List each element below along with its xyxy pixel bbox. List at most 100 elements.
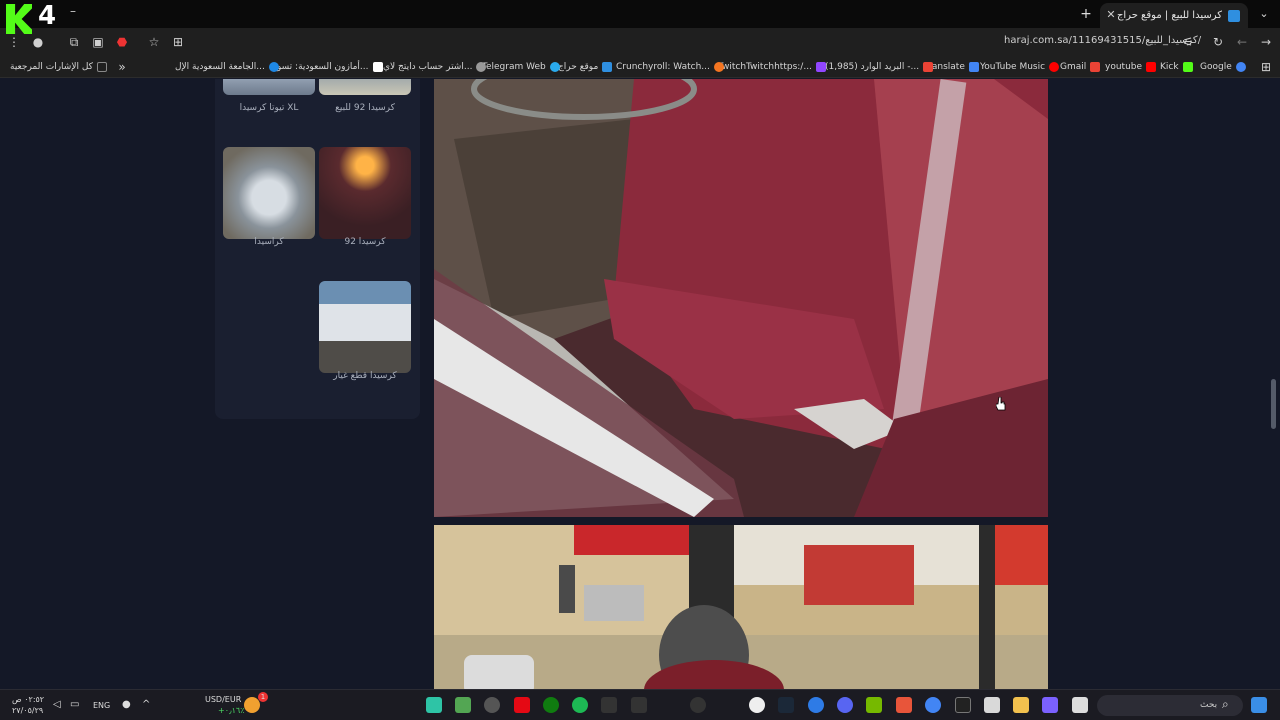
app-icon[interactable]	[749, 697, 765, 713]
bookmark-youtube[interactable]: youtube	[1105, 60, 1157, 74]
capcut-icon[interactable]	[631, 697, 647, 713]
clock-date[interactable]: ٢٧/٠٥/٢٩	[12, 706, 43, 715]
browser-tab[interactable]: كرسيدا للبيع | موقع حراج ✕	[1100, 3, 1248, 28]
bookmark-label: Kick	[1160, 62, 1179, 72]
bookmark-youtube-music[interactable]: YouTube Music	[980, 60, 1060, 74]
globe-icon	[476, 62, 487, 72]
youtube-icon	[1146, 62, 1157, 72]
bookmark-haraj[interactable]: موقع حراج	[558, 60, 613, 74]
related-ads-panel: كرسيدا 92 للبيع تيوتا كرسيدا XL كرسيدا 9…	[215, 79, 420, 419]
bookmark-crunchyroll[interactable]: Crunchyroll: Watch...	[616, 60, 724, 74]
app-icon[interactable]	[808, 697, 824, 713]
related-ad-caption[interactable]: تيوتا كرسيدا XL	[219, 103, 319, 113]
related-ad-thumb[interactable]	[319, 281, 411, 373]
install-app-icon[interactable]: ⊞	[170, 34, 186, 50]
netflix-icon[interactable]	[514, 697, 530, 713]
bookmark-star-icon[interactable]: ☆	[146, 34, 162, 50]
crunchyroll-icon	[713, 62, 724, 72]
file-explorer-icon[interactable]	[1013, 697, 1029, 713]
bookmark-twitch[interactable]: TwitchTwitchhttps:/...	[718, 60, 826, 74]
network-icon[interactable]: ▭	[70, 699, 79, 710]
epic-games-icon[interactable]	[955, 697, 971, 713]
bookmark-university[interactable]: الجامعة السعودية الإل...	[175, 60, 279, 74]
forward-icon[interactable]: ←	[1234, 34, 1250, 50]
app-icon[interactable]	[601, 697, 617, 713]
related-ad-thumb[interactable]	[319, 147, 411, 239]
bookmark-google[interactable]: Google	[1200, 60, 1246, 74]
currency-widget[interactable]: USD/EUR	[205, 695, 241, 704]
adblock-icon[interactable]: ⬣	[114, 34, 130, 50]
nvidia-icon[interactable]	[866, 697, 882, 713]
bookmark-amazon[interactable]: أمازون السعودية: تسو...	[277, 60, 383, 74]
more-bookmarks-icon[interactable]: »	[114, 59, 130, 75]
spotify-icon[interactable]	[572, 697, 588, 713]
app-icon[interactable]	[455, 697, 471, 713]
related-ad-caption[interactable]: كرسيدا 92	[315, 237, 415, 247]
amazon-icon	[372, 62, 383, 72]
gmail-icon	[923, 62, 934, 72]
show-hidden-icons[interactable]: ^	[142, 699, 150, 710]
ad-main-photo[interactable]	[434, 79, 1048, 517]
bookmark-inbox[interactable]: البريد الوارد (1,985) -...	[825, 60, 934, 74]
microphone-icon[interactable]: ●	[122, 699, 131, 710]
all-bookmarks[interactable]: كل الإشارات المرجعية	[10, 60, 107, 74]
bookmark-label: موقع حراج	[558, 62, 599, 72]
app-icon[interactable]	[484, 697, 500, 713]
bookmark-telegram[interactable]: Telegram Web	[482, 60, 560, 74]
related-ad-thumb[interactable]	[319, 79, 411, 95]
bookmark-account[interactable]: اشتر حساب دايتج لاي...	[383, 60, 487, 74]
widget-icon[interactable]	[244, 697, 260, 713]
profile-icon[interactable]: ●	[30, 34, 46, 50]
tab-search-icon[interactable]: ⌄	[1252, 4, 1276, 24]
steam-icon[interactable]	[778, 697, 794, 713]
bookmarks-bar: ⊞ Google Kick youtube Gmail YouTube Musi…	[0, 56, 1280, 78]
windows-start-icon[interactable]	[1251, 697, 1267, 713]
bookmark-label: Google	[1200, 62, 1232, 72]
bookmark-kick[interactable]: Kick	[1160, 60, 1193, 74]
new-tab-button[interactable]: +	[1078, 6, 1094, 22]
related-ad-caption[interactable]: كرسيدا 92 للبيع	[315, 103, 415, 113]
reload-icon[interactable]: ↻	[1210, 34, 1226, 50]
related-ad-caption[interactable]: كرسيدا قطع غيار	[315, 371, 415, 381]
chrome-icon[interactable]	[925, 697, 941, 713]
translate-ext-icon[interactable]: ▣	[90, 34, 106, 50]
bookmark-label: كل الإشارات المرجعية	[10, 62, 93, 72]
clock-time[interactable]: ٠٢:٥٢ ص	[12, 695, 44, 704]
search-icon: ⌕	[1222, 697, 1229, 711]
related-ad-thumb[interactable]	[223, 147, 315, 239]
address-bar[interactable]: haraj.com.sa/11169431515/كرسيدا_للبيع/	[1004, 35, 1201, 46]
haraj-favicon-icon	[1228, 9, 1240, 22]
page-content: كرسيدا 92 للبيع تيوتا كرسيدا XL كرسيدا 9…	[0, 79, 1280, 689]
store-icon[interactable]	[984, 697, 1000, 713]
related-ad-thumb[interactable]	[223, 79, 315, 95]
copilot-icon[interactable]	[1042, 697, 1058, 713]
twitch-icon	[815, 62, 826, 72]
kick-4-logo: 4	[6, 1, 62, 36]
close-tab-icon[interactable]: ✕	[1104, 8, 1118, 22]
ad-second-photo[interactable]	[434, 525, 1048, 689]
browser-titlebar: 4 – + كرسيدا للبيع | موقع حراج ✕ ⌄	[0, 0, 1280, 34]
app-icon[interactable]	[896, 697, 912, 713]
minimize-icon[interactable]: –	[70, 4, 76, 18]
language-indicator[interactable]: ENG	[93, 701, 110, 710]
translate-icon	[968, 62, 979, 72]
back-icon[interactable]: →	[1258, 34, 1274, 50]
app-icon[interactable]	[426, 697, 442, 713]
notification-badge: 1	[258, 692, 268, 702]
app-icon[interactable]	[690, 697, 706, 713]
page-scrollbar[interactable]	[1271, 379, 1276, 429]
currency-change: +٠٫١٦٪	[218, 706, 245, 715]
related-ad-caption[interactable]: كراسيدا	[219, 237, 319, 247]
bookmark-label: الجامعة السعودية الإل...	[175, 62, 265, 72]
apps-grid-icon[interactable]: ⊞	[1258, 59, 1274, 75]
extensions-icon[interactable]: ⧉	[66, 34, 82, 50]
bookmark-gmail[interactable]: Gmail	[1060, 60, 1101, 74]
discord-icon[interactable]	[837, 697, 853, 713]
haraj-icon	[602, 62, 613, 72]
youtube-music-icon	[1049, 62, 1060, 72]
menu-icon[interactable]: ⋮	[6, 34, 22, 50]
task-view-icon[interactable]	[1072, 697, 1088, 713]
volume-icon[interactable]: ◁	[53, 699, 61, 710]
site-settings-icon[interactable]: ⚟	[1180, 34, 1196, 50]
xbox-icon[interactable]	[543, 697, 559, 713]
